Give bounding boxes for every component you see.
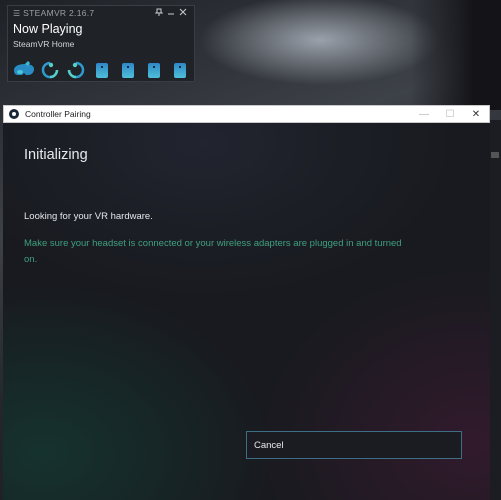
controller-icon[interactable]: [115, 59, 141, 81]
close-button[interactable]: [177, 8, 189, 18]
controller-pairing-dialog: Controller Pairing — ☐ ✕ Initializing Lo…: [3, 105, 490, 500]
base-station-icon[interactable]: [37, 59, 63, 81]
minimize-button[interactable]: [165, 8, 177, 18]
close-button[interactable]: ✕: [463, 109, 489, 120]
desktop-shadow: [411, 0, 501, 110]
maximize-button[interactable]: ☐: [437, 109, 463, 120]
page-title: Initializing: [24, 147, 88, 163]
now-playing-label: Now Playing: [13, 22, 83, 36]
background-window-edge: [489, 120, 501, 500]
steamvr-titlebar: ☰ STEAMVR 2.16.7: [8, 6, 194, 20]
controller-icon[interactable]: [89, 59, 115, 81]
steamvr-status-window: ☰ STEAMVR 2.16.7 Now Playing SteamVR Hom…: [7, 5, 195, 82]
base-station-icon[interactable]: [63, 59, 89, 81]
headset-icon[interactable]: [11, 59, 37, 81]
help-text: Make sure your headset is connected or y…: [24, 238, 402, 265]
tracker-icon[interactable]: [141, 59, 167, 81]
background-window-marker: [491, 152, 499, 158]
menu-icon[interactable]: ☰: [13, 9, 20, 18]
device-status-icons: [11, 59, 193, 81]
steamvr-title: STEAMVR 2.16.7: [23, 8, 95, 18]
dialog-content: Initializing Looking for your VR hardwar…: [3, 123, 490, 500]
dialog-titlebar[interactable]: Controller Pairing — ☐ ✕: [3, 105, 490, 123]
cancel-button[interactable]: Cancel: [246, 431, 462, 459]
status-message: Looking for your VR hardware.: [24, 211, 153, 222]
minimize-button[interactable]: —: [411, 109, 437, 120]
pin-icon[interactable]: [153, 8, 165, 18]
current-app-name: SteamVR Home: [13, 39, 75, 49]
tracker-icon[interactable]: [167, 59, 193, 81]
dialog-title: Controller Pairing: [25, 109, 91, 119]
steam-logo-icon: [9, 109, 19, 119]
